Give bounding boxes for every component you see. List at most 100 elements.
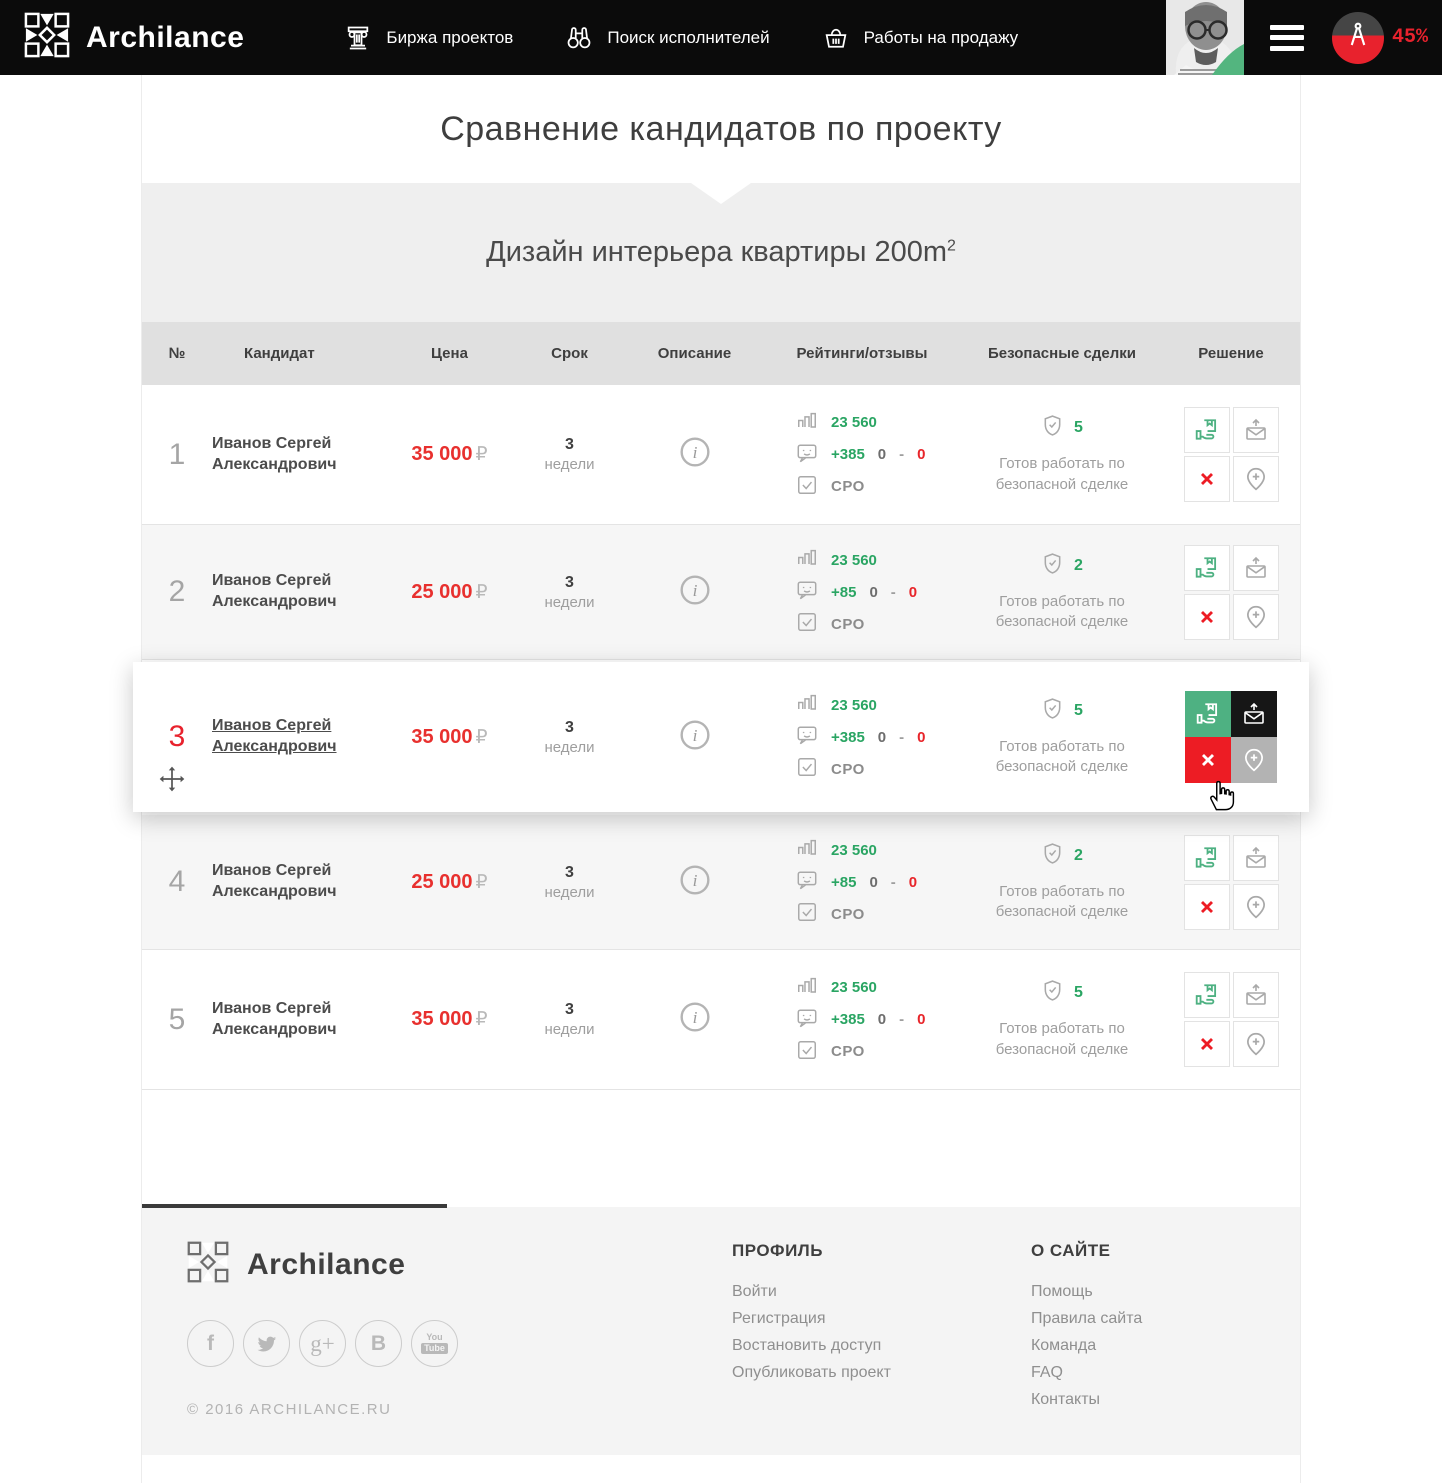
hire-button[interactable] <box>1185 691 1231 737</box>
col-header-description: Описание <box>627 345 762 362</box>
footer-link-faq[interactable]: FAQ <box>1031 1364 1142 1382</box>
nav-item-works-for-sale[interactable]: Работы на продажу <box>822 24 1019 52</box>
info-icon[interactable]: i <box>679 574 711 611</box>
checkbox-icon <box>796 756 818 782</box>
term-cell: 3недели <box>512 719 627 756</box>
col-header-ratings: Рейтинги/отзывы <box>762 345 962 362</box>
row-number: 3 <box>142 720 212 754</box>
info-icon[interactable]: i <box>679 864 711 901</box>
candidate-name-link[interactable]: Иванов Сергей Александрович <box>212 716 387 758</box>
footer-link-site-rules[interactable]: Правила сайта <box>1031 1310 1142 1328</box>
bottom-strip <box>142 1455 1300 1483</box>
ratings-cell: 23 560 +850-0 СРО <box>762 831 962 933</box>
term-cell: 3недели <box>512 1001 627 1038</box>
youtube-icon[interactable]: YouTube <box>411 1320 458 1367</box>
add-location-button[interactable] <box>1233 1021 1279 1067</box>
candidate-row: 1 Иванов Сергей Александрович 35 000₽ 3н… <box>142 385 1300 525</box>
add-location-button[interactable] <box>1233 594 1279 640</box>
reject-button[interactable] <box>1184 884 1230 930</box>
page-title-section: Сравнение кандидатов по проекту <box>142 75 1300 183</box>
col-header-decision: Решение <box>1162 345 1300 362</box>
send-message-button[interactable] <box>1233 407 1279 453</box>
info-icon[interactable]: i <box>679 719 711 756</box>
row-number: 5 <box>142 1003 212 1037</box>
twitter-icon[interactable] <box>243 1320 290 1367</box>
hand-cursor <box>1205 775 1239 818</box>
svg-text:i: i <box>692 581 697 600</box>
footer-link-team[interactable]: Команда <box>1031 1337 1142 1355</box>
nav-item-find-performers[interactable]: Поиск исполнителей <box>565 24 769 52</box>
hire-button[interactable] <box>1184 407 1230 453</box>
archilance-footer-logo-icon <box>187 1241 229 1288</box>
footer-brand[interactable]: Archilance <box>187 1241 587 1288</box>
shield-icon <box>1041 979 1064 1007</box>
reject-button[interactable] <box>1184 594 1230 640</box>
project-title: Дизайн интерьера квартиры 200m2 <box>486 236 956 269</box>
footer-link-login[interactable]: Войти <box>732 1283 891 1301</box>
candidate-name-link[interactable]: Иванов Сергей Александрович <box>212 571 387 613</box>
candidate-name-link[interactable]: Иванов Сергей Александрович <box>212 999 387 1041</box>
brand[interactable]: #sym-logo .f{fill:#fff;stroke:none} Arch… <box>24 12 244 63</box>
footer-link-publish-project[interactable]: Опубликовать проект <box>732 1364 891 1382</box>
hamburger-menu-icon[interactable] <box>1270 25 1304 51</box>
footer-link-contacts[interactable]: Контакты <box>1031 1391 1142 1409</box>
facebook-icon[interactable]: f <box>187 1320 234 1367</box>
profile-progress-gauge[interactable] <box>1332 12 1384 64</box>
nav-item-projects-exchange[interactable]: Биржа проектов <box>344 24 513 52</box>
col-header-deals: Безопасные сделки <box>962 345 1162 362</box>
footer-link-restore-access[interactable]: Востановить доступ <box>732 1337 891 1355</box>
checkbox-icon <box>796 611 818 637</box>
term-cell: 3недели <box>512 864 627 901</box>
footer: Archilance f g+ В YouTube © 2016 ARCHILA… <box>142 1207 1300 1455</box>
candidate-name-link[interactable]: Иванов Сергей Александрович <box>212 861 387 903</box>
send-message-button[interactable] <box>1233 972 1279 1018</box>
safe-deal-cell: 5 Готов работать по безопасной сделке <box>962 979 1162 1060</box>
row-number: 1 <box>142 438 212 472</box>
archilance-logo-icon: #sym-logo .f{fill:#fff;stroke:none} <box>24 12 70 63</box>
bar-chart-icon <box>796 975 818 1001</box>
copyright: © 2016 ARCHILANCE.RU <box>187 1401 587 1418</box>
add-location-button[interactable] <box>1233 884 1279 930</box>
col-header-price: Цена <box>387 345 512 362</box>
reject-button[interactable] <box>1184 456 1230 502</box>
send-message-button[interactable] <box>1233 545 1279 591</box>
footer-link-register[interactable]: Регистрация <box>732 1310 891 1328</box>
send-message-button[interactable] <box>1231 691 1277 737</box>
nav-item-label: Работы на продажу <box>864 28 1019 48</box>
decision-buttons <box>1184 407 1279 502</box>
add-location-button[interactable] <box>1233 456 1279 502</box>
google-plus-icon[interactable]: g+ <box>299 1320 346 1367</box>
hire-button[interactable] <box>1184 835 1230 881</box>
reviews-icon <box>796 869 818 895</box>
footer-link-help[interactable]: Помощь <box>1031 1283 1142 1301</box>
footer-column-title: О САЙТЕ <box>1031 1241 1142 1261</box>
safe-deal-cell: 5 Готов работать по безопасной сделке <box>962 414 1162 495</box>
hire-button[interactable] <box>1184 545 1230 591</box>
term-cell: 3недели <box>512 436 627 473</box>
table-header-row: № Кандидат Цена Срок Описание Рейтинги/о… <box>142 322 1300 385</box>
user-avatar[interactable] <box>1166 0 1244 75</box>
info-icon[interactable]: i <box>679 436 711 473</box>
reviews-icon <box>796 1007 818 1033</box>
shield-icon <box>1041 414 1064 442</box>
candidate-name-link[interactable]: Иванов Сергей Александрович <box>212 434 387 476</box>
price-cell: 35 000₽ <box>387 726 512 749</box>
shield-icon <box>1041 697 1064 725</box>
page-title: Сравнение кандидатов по проекту <box>440 110 1002 149</box>
bar-chart-icon <box>796 692 818 718</box>
col-header-term: Срок <box>512 345 627 362</box>
candidate-row: 2 Иванов Сергей Александрович 25 000₽ 3н… <box>142 525 1300 660</box>
candidate-row-active-wrapper: 3 Иванов Сергей Александрович 35 000₽ 3н… <box>142 660 1300 815</box>
move-handle-icon[interactable]: #sym-move .fill{fill:#555;stroke:none} <box>157 764 187 799</box>
price-cell: 35 000₽ <box>387 443 512 466</box>
content-column: Сравнение кандидатов по проекту Дизайн и… <box>141 75 1301 1483</box>
term-cell: 3недели <box>512 574 627 611</box>
price-cell: 35 000₽ <box>387 1008 512 1031</box>
info-icon[interactable]: i <box>679 1001 711 1038</box>
col-header-num: № <box>142 345 212 362</box>
vk-icon[interactable]: В <box>355 1320 402 1367</box>
send-message-button[interactable] <box>1233 835 1279 881</box>
hire-button[interactable] <box>1184 972 1230 1018</box>
reject-button[interactable] <box>1184 1021 1230 1067</box>
candidate-row: 5 Иванов Сергей Александрович 35 000₽ 3н… <box>142 950 1300 1090</box>
